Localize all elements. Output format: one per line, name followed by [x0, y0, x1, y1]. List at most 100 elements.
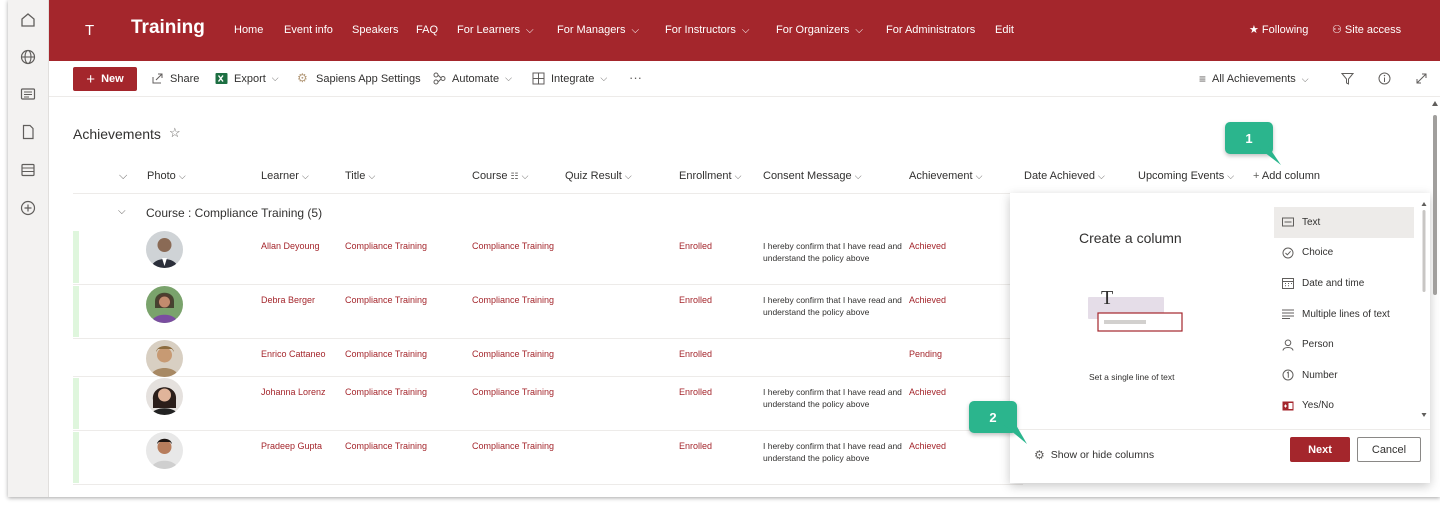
course-cell[interactable]: Compliance Training: [472, 387, 554, 397]
column-header-consent-message[interactable]: Consent Message ⌵: [763, 170, 862, 182]
site-access-button[interactable]: ⚇ Site access: [1332, 23, 1401, 36]
number-icon: [1282, 369, 1294, 381]
add-column-button[interactable]: + Add column: [1253, 170, 1320, 182]
panel-scrollbar[interactable]: [1421, 201, 1427, 419]
nav-home[interactable]: Home: [234, 24, 263, 36]
column-header-enrollment[interactable]: Enrollment ⌵: [679, 170, 741, 182]
column-header-date-achieved[interactable]: Date Achieved ⌵: [1024, 170, 1105, 182]
site-logo[interactable]: T: [85, 22, 94, 39]
column-type-choice[interactable]: Choice: [1274, 238, 1414, 269]
home-icon[interactable]: [19, 11, 37, 29]
enrollment-cell[interactable]: Enrolled: [679, 241, 712, 251]
achievement-cell[interactable]: Achieved: [909, 387, 946, 397]
select-all-chevron-icon[interactable]: ⌵: [119, 170, 127, 183]
nav-for-managers[interactable]: For Managers ⌵: [557, 24, 639, 36]
type-label: Choice: [1302, 247, 1334, 259]
title-cell[interactable]: Compliance Training: [345, 387, 427, 397]
learner-cell[interactable]: Debra Berger: [261, 295, 315, 305]
nav-speakers[interactable]: Speakers: [352, 24, 398, 36]
title-cell[interactable]: Compliance Training: [345, 295, 427, 305]
list-title[interactable]: Achievements: [73, 126, 161, 142]
more-icon[interactable]: ···: [629, 70, 642, 85]
column-type-text[interactable]: Text: [1274, 207, 1414, 238]
course-cell[interactable]: Compliance Training: [472, 441, 554, 451]
enrollment-cell[interactable]: Enrolled: [679, 441, 712, 451]
achievement-cell[interactable]: Pending: [909, 349, 942, 359]
nav-label: For Learners: [457, 24, 520, 36]
learner-cell[interactable]: Enrico Cattaneo: [261, 349, 326, 359]
column-header-upcoming-events[interactable]: Upcoming Events ⌵: [1138, 170, 1234, 182]
consent-cell: I hereby confirm that I have read and un…: [763, 441, 902, 463]
cancel-button[interactable]: Cancel: [1357, 437, 1421, 462]
nav-for-administrators[interactable]: For Administrators: [886, 24, 975, 36]
column-type-person[interactable]: Person: [1274, 329, 1414, 360]
integrate-button[interactable]: Integrate ⌵: [532, 72, 607, 85]
expand-icon[interactable]: [1415, 72, 1428, 85]
nav-for-learners[interactable]: For Learners ⌵: [457, 24, 534, 36]
learner-cell[interactable]: Allan Deyoung: [261, 241, 320, 251]
achievement-cell[interactable]: Achieved: [909, 441, 946, 451]
export-button[interactable]: Export ⌵: [215, 72, 279, 85]
column-type-number[interactable]: Number: [1274, 360, 1414, 391]
course-cell[interactable]: Compliance Training: [472, 241, 554, 251]
add-column-label: Add column: [1261, 170, 1320, 182]
sapiens-settings-button[interactable]: ⚙ Sapiens App Settings: [297, 72, 421, 85]
column-type-yes-no[interactable]: Yes/No: [1274, 391, 1414, 422]
create-icon[interactable]: [19, 199, 37, 217]
nav-event-info[interactable]: Event info: [284, 24, 333, 36]
nav-faq[interactable]: FAQ: [416, 24, 438, 36]
enrollment-cell[interactable]: Enrolled: [679, 349, 712, 359]
globe-icon[interactable]: [19, 48, 37, 66]
list-icon[interactable]: [19, 161, 37, 179]
automate-button[interactable]: Automate ⌵: [433, 72, 512, 85]
chevron-down-icon: ⌵: [368, 171, 376, 181]
info-icon[interactable]: [1378, 72, 1391, 85]
view-switcher[interactable]: ≡ All Achievements ⌵: [1199, 72, 1309, 86]
column-header-quiz-result[interactable]: Quiz Result ⌵: [565, 170, 632, 182]
nav-for-organizers[interactable]: For Organizers ⌵: [776, 24, 863, 36]
group-collapse-chevron-icon[interactable]: ⌵: [118, 206, 126, 217]
column-type-date-time[interactable]: Date and time: [1274, 268, 1414, 299]
share-button[interactable]: Share: [151, 72, 199, 85]
column-header-photo[interactable]: Photo ⌵: [147, 170, 186, 182]
filter-icon[interactable]: [1341, 72, 1354, 85]
column-type-list: Text Choice Date and time Multiple lines…: [1274, 207, 1414, 421]
grouped-icon: ☷: [510, 171, 519, 181]
following-button[interactable]: ★ Following: [1249, 23, 1308, 36]
share-icon: [152, 73, 163, 84]
group-header[interactable]: Course : Compliance Training (5): [146, 206, 322, 220]
flow-icon: [433, 72, 446, 85]
document-icon[interactable]: [19, 123, 37, 141]
favorite-star-icon[interactable]: ☆: [169, 125, 181, 141]
course-cell[interactable]: Compliance Training: [472, 349, 554, 359]
column-header-course[interactable]: Course ☷ ⌵: [472, 170, 529, 182]
new-button[interactable]: + New: [73, 67, 137, 91]
column-header-achievement[interactable]: Achievement ⌵: [909, 170, 982, 182]
next-button[interactable]: Next: [1290, 437, 1350, 462]
column-header-title[interactable]: Title ⌵: [345, 170, 375, 182]
enrollment-cell[interactable]: Enrolled: [679, 295, 712, 305]
grid-icon: [532, 72, 545, 85]
avatar: [146, 432, 183, 469]
course-cell[interactable]: Compliance Training: [472, 295, 554, 305]
show-hide-columns-link[interactable]: ⚙ Show or hide columns: [1034, 448, 1154, 462]
nav-for-instructors[interactable]: For Instructors ⌵: [665, 24, 750, 36]
column-label: Enrollment: [679, 170, 732, 182]
enrollment-cell[interactable]: Enrolled: [679, 387, 712, 397]
title-cell[interactable]: Compliance Training: [345, 241, 427, 251]
column-type-multiline[interactable]: Multiple lines of text: [1274, 299, 1414, 330]
nav-edit[interactable]: Edit: [995, 24, 1014, 36]
column-label: Learner: [261, 170, 299, 182]
achievement-cell[interactable]: Achieved: [909, 295, 946, 305]
learner-cell[interactable]: Pradeep Gupta: [261, 441, 322, 451]
news-icon[interactable]: [19, 85, 37, 103]
main-scrollbar[interactable]: [1430, 97, 1440, 497]
learner-cell[interactable]: Johanna Lorenz: [261, 387, 326, 397]
title-cell[interactable]: Compliance Training: [345, 349, 427, 359]
column-header-learner[interactable]: Learner ⌵: [261, 170, 309, 182]
title-cell[interactable]: Compliance Training: [345, 441, 427, 451]
view-label: All Achievements: [1212, 73, 1296, 85]
site-title[interactable]: Training: [131, 17, 205, 39]
achievement-cell[interactable]: Achieved: [909, 241, 946, 251]
star-filled-icon: ★: [1249, 24, 1262, 36]
